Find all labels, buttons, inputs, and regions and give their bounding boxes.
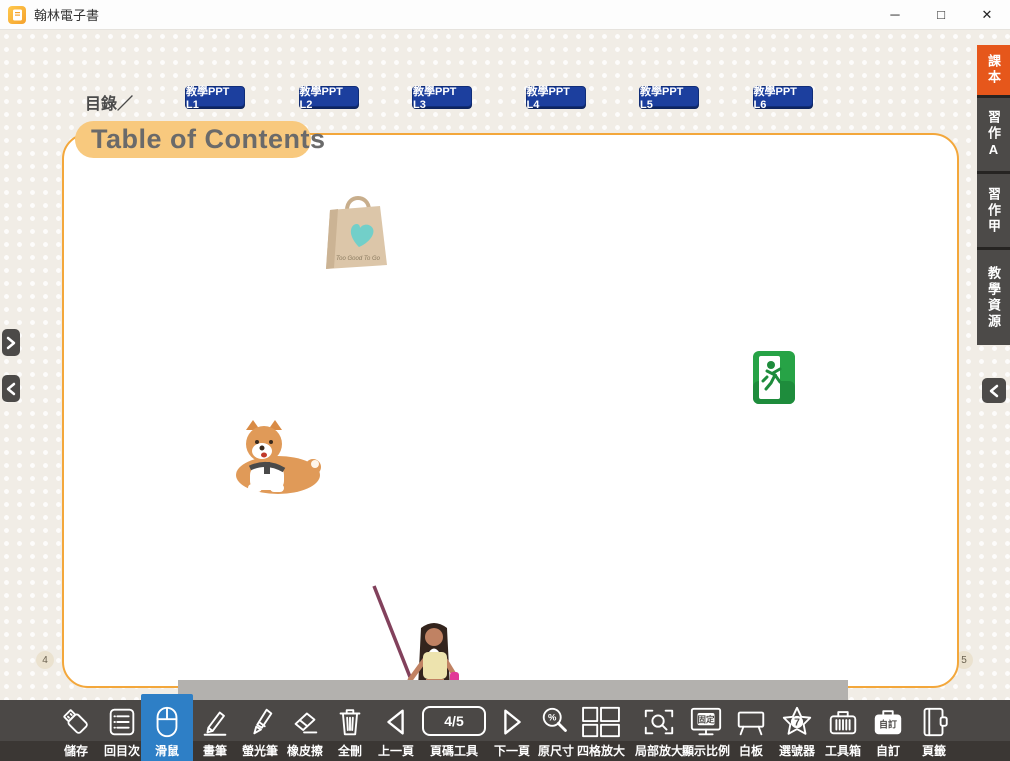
ppt-button-l6[interactable]: 教學PPT L6	[753, 86, 813, 107]
save-button[interactable]: 儲存	[50, 700, 102, 761]
star-picker-icon: 7	[779, 704, 815, 740]
ppt-button-l4[interactable]: 教學PPT L4	[526, 86, 586, 107]
zoom-percent-icon: %	[539, 704, 573, 740]
paper-bag-image: Too Good To Go	[316, 190, 396, 272]
eraser-icon	[288, 704, 322, 740]
section-label: 目錄／	[85, 90, 133, 114]
close-button[interactable]: ✕	[964, 0, 1010, 29]
svg-text:自訂: 自訂	[879, 719, 897, 730]
svg-text:%: %	[548, 713, 557, 724]
window-titlebar: 翰林電子書 ─ □ ✕	[0, 0, 1010, 30]
svg-text:Too Good To Go: Too Good To Go	[336, 256, 381, 262]
page-indicator[interactable]: 4/5	[422, 706, 486, 736]
arrow-left-icon	[379, 704, 413, 740]
minimize-button[interactable]: ─	[872, 0, 918, 29]
sheet-page-left: 4	[36, 651, 54, 669]
four-pane-grid-icon	[579, 704, 623, 740]
app-logo-icon	[8, 6, 26, 24]
collapse-panel-button[interactable]	[982, 378, 1006, 403]
toolbox-icon	[825, 704, 861, 740]
ppt-button-l2[interactable]: 教學PPT L2	[299, 86, 359, 107]
whiteboard-icon	[733, 704, 769, 740]
whiteboard-button[interactable]: 白板	[725, 700, 777, 761]
quad-zoom-button[interactable]: 四格放大	[569, 700, 633, 761]
expand-left-panel-button[interactable]	[2, 329, 20, 356]
delete-all-button[interactable]: 全刪	[324, 700, 376, 761]
prev-page-button[interactable]: 上一頁	[370, 700, 422, 761]
toc-card	[62, 133, 959, 688]
collapse-left-panel-button[interactable]	[2, 375, 20, 402]
right-tab-bar: 課本 習作A 習作甲 教學資源	[977, 45, 1010, 345]
ppt-button-l3[interactable]: 教學PPT L3	[412, 86, 472, 107]
bottom-toolbar: 儲存 回目次 滑鼠 畫筆 螢光筆 橡皮擦 全刪 上一頁	[0, 700, 1010, 761]
tab-workbook-jia[interactable]: 習作甲	[977, 174, 1010, 247]
monitor-fixed-icon: 固定	[687, 704, 725, 740]
custom-case-icon: 自訂	[870, 704, 906, 740]
notebook-bookmark-icon	[916, 704, 952, 740]
arrow-right-icon	[495, 704, 529, 740]
highlighter-icon	[243, 704, 277, 740]
page-tab-button[interactable]: 頁籤	[908, 700, 960, 761]
number-picker-button[interactable]: 7 選號器	[771, 700, 823, 761]
mouse-icon	[150, 704, 184, 740]
window-title: 翰林電子書	[34, 5, 99, 24]
tab-textbook[interactable]: 課本	[977, 45, 1010, 95]
page-number-tool[interactable]: 4/5 頁碼工具	[417, 700, 491, 761]
magnifier-brackets-icon	[640, 704, 678, 740]
pen-icon	[198, 704, 232, 740]
exit-sign-image	[753, 351, 795, 404]
toc-list-icon	[105, 704, 139, 740]
custom-button[interactable]: 自訂 自訂	[862, 700, 914, 761]
svg-text:固定: 固定	[697, 714, 715, 724]
ppt-button-l5[interactable]: 教學PPT L5	[639, 86, 699, 107]
maximize-button[interactable]: □	[918, 0, 964, 29]
page-title: Table of Contents	[91, 124, 326, 155]
bottom-scrollbar[interactable]	[178, 680, 848, 701]
svg-text:7: 7	[794, 718, 800, 729]
shiba-dog-image	[220, 418, 322, 496]
ppt-button-l1[interactable]: 教學PPT L1	[185, 86, 245, 107]
tab-teaching-resources[interactable]: 教學資源	[977, 250, 1010, 345]
tab-workbook-a[interactable]: 習作A	[977, 98, 1010, 171]
mouse-tool-button[interactable]: 滑鼠	[141, 694, 193, 761]
area-zoom-button[interactable]: 局部放大	[633, 700, 685, 761]
trash-icon	[333, 704, 367, 740]
usb-save-icon	[59, 704, 93, 740]
